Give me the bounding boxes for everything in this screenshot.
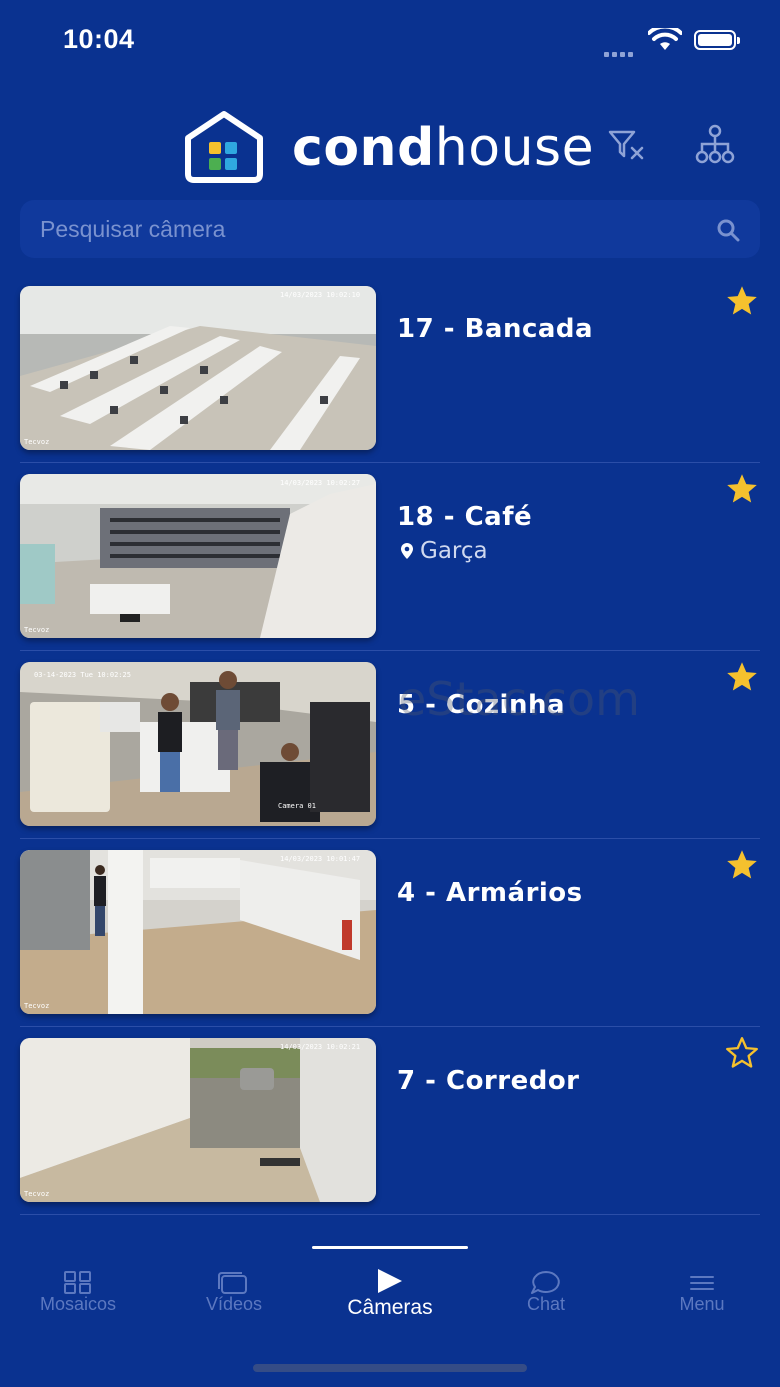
star-filled-icon[interactable] xyxy=(724,660,760,694)
svg-text:Tecvoz: Tecvoz xyxy=(24,1190,49,1198)
svg-text:14/03/2023 10:02:10: 14/03/2023 10:02:10 xyxy=(280,291,360,299)
camera-thumbnail[interactable]: 14/03/2023 10:02:27 Tecvoz xyxy=(20,474,376,638)
tab-mosaicos[interactable]: Mosaicos xyxy=(0,1246,156,1346)
camera-location: Garça xyxy=(400,538,488,564)
menu-icon xyxy=(690,1276,714,1290)
camera-name: 18 - Café xyxy=(397,502,533,532)
header: condhouse xyxy=(0,100,780,190)
tab-cameras[interactable]: Câmeras xyxy=(312,1246,468,1346)
tab-chat[interactable]: Chat xyxy=(468,1246,624,1346)
camera-thumbnail[interactable]: 14/03/2023 10:01:47 Tecvoz xyxy=(20,850,376,1014)
tab-label: Vídeos xyxy=(205,1294,263,1314)
camera-name: 7 - Corredor xyxy=(397,1066,580,1096)
svg-text:Tecvoz: Tecvoz xyxy=(24,626,49,634)
svg-text:14/03/2023 10:02:27: 14/03/2023 10:02:27 xyxy=(280,479,360,487)
svg-text:14/03/2023 10:01:47: 14/03/2023 10:01:47 xyxy=(280,855,360,863)
search-input[interactable] xyxy=(40,200,700,258)
cellular-signal-icon xyxy=(604,44,636,62)
tab-label: Câmeras xyxy=(347,1296,433,1319)
camera-name: 5 - Cozinha xyxy=(397,690,566,720)
star-filled-icon[interactable] xyxy=(724,284,760,318)
camera-row[interactable]: 14/03/2023 10:02:10 Tecvoz 17 - Bancada xyxy=(0,284,780,472)
status-bar: 10:04 xyxy=(0,0,780,80)
star-filled-icon[interactable] xyxy=(724,472,760,506)
chat-icon xyxy=(531,1271,560,1294)
tab-label: Menu xyxy=(679,1294,725,1314)
grid-icon xyxy=(64,1271,91,1294)
tab-label: Mosaicos xyxy=(39,1294,117,1314)
camera-thumbnail[interactable]: 14/03/2023 10:02:10 Tecvoz xyxy=(20,286,376,450)
camera-name: 4 - Armários xyxy=(397,878,583,908)
tab-label: Chat xyxy=(526,1294,566,1314)
home-indicator xyxy=(253,1364,527,1372)
house-logo-icon xyxy=(185,111,263,183)
logo-text: condhouse xyxy=(292,118,595,178)
star-filled-icon[interactable] xyxy=(724,848,760,882)
camera-list: 14/03/2023 10:02:10 Tecvoz 17 - Bancada xyxy=(0,284,780,1224)
camera-name: 17 - Bancada xyxy=(397,314,594,344)
wifi-icon xyxy=(648,28,682,50)
svg-text:14/03/2023 10:02:21: 14/03/2023 10:02:21 xyxy=(280,1043,360,1051)
videos-icon xyxy=(218,1272,247,1294)
clear-filter-icon[interactable] xyxy=(606,128,646,164)
svg-text:03-14-2023 Tue 10:02:25: 03-14-2023 Tue 10:02:25 xyxy=(34,671,131,679)
tab-bar: Mosaicos Vídeos Câmeras Chat Menu xyxy=(0,1246,780,1346)
tab-videos[interactable]: Vídeos xyxy=(156,1246,312,1346)
search-bar[interactable] xyxy=(20,200,760,258)
camera-row[interactable]: 14/03/2023 10:02:27 Tecvoz 18 - Café Gar… xyxy=(0,472,780,660)
camera-row[interactable]: 03-14-2023 Tue 10:02:25 Camera 01 5 - Co… xyxy=(0,660,780,848)
camera-row[interactable]: 14/03/2023 10:02:21 Tecvoz 7 - Corredor xyxy=(0,1036,780,1224)
camera-thumbnail[interactable]: 14/03/2023 10:02:21 Tecvoz xyxy=(20,1038,376,1202)
svg-text:Tecvoz: Tecvoz xyxy=(24,1002,49,1010)
svg-text:Camera 01: Camera 01 xyxy=(278,802,316,810)
battery-icon xyxy=(694,30,740,50)
status-time: 10:04 xyxy=(63,24,135,54)
location-pin-icon xyxy=(401,543,413,559)
search-icon[interactable] xyxy=(716,218,740,242)
camera-thumbnail[interactable]: 03-14-2023 Tue 10:02:25 Camera 01 xyxy=(20,662,376,826)
tab-menu[interactable]: Menu xyxy=(624,1246,780,1346)
logo: condhouse xyxy=(180,108,610,183)
camera-row[interactable]: 14/03/2023 10:01:47 Tecvoz 4 - Armários xyxy=(0,848,780,1036)
hierarchy-icon[interactable] xyxy=(694,124,736,164)
star-outline-icon[interactable] xyxy=(724,1036,760,1070)
svg-text:Tecvoz: Tecvoz xyxy=(24,438,49,446)
play-icon xyxy=(378,1269,402,1293)
